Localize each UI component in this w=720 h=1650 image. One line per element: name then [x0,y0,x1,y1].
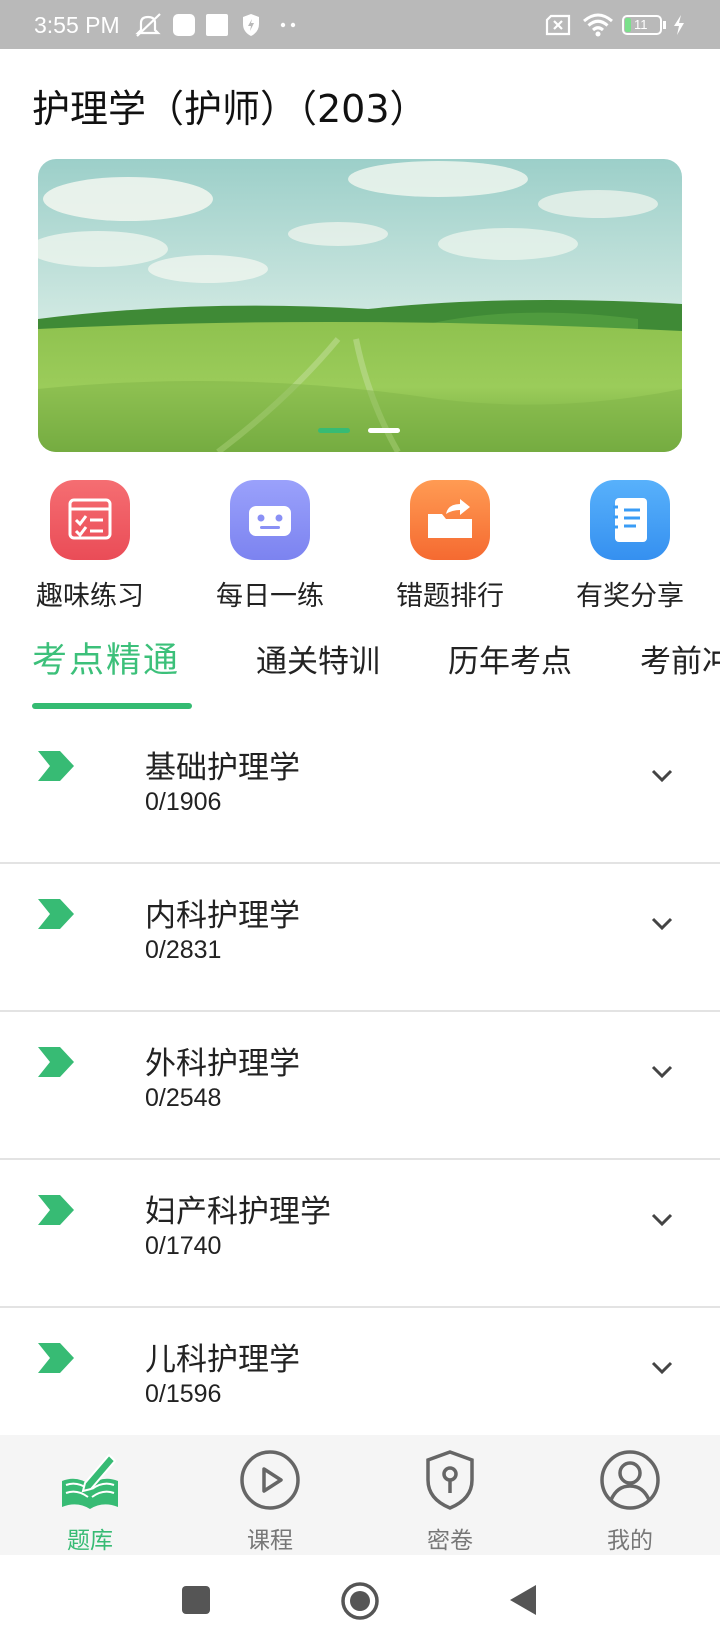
subject-name: 儿科护理学 [145,1342,300,1378]
banner-carousel[interactable] [38,159,682,452]
subject-list: 基础护理学 0/1906 内科护理学 0/2831 外科护理学 0/2548 妇… [0,716,720,1456]
subject-progress: 0/2548 [145,1084,222,1112]
home-button[interactable] [340,1581,380,1621]
battery-level: 11 [634,17,648,32]
chevron-down-icon[interactable] [650,1064,674,1080]
subject-name: 妇产科护理学 [145,1194,331,1230]
subject-row[interactable]: 内科护理学 0/2831 [0,864,720,1012]
subject-row[interactable]: 儿科护理学 0/1596 [0,1308,720,1456]
subject-row[interactable]: 外科护理学 0/2548 [0,1012,720,1160]
status-time: 3:55 PM [34,12,120,38]
nav-label: 课程 [247,1528,293,1554]
nav-secret-papers[interactable]: 密卷 [390,1447,510,1555]
quick-action-daily-practice[interactable]: 每日一练 [195,480,345,613]
page-title: 护理学（护师）（203） [32,87,428,131]
wifi-icon [583,13,613,37]
arrow-marker-icon [38,1047,74,1077]
nav-question-bank[interactable]: 题库 [30,1447,150,1555]
tab-past-years[interactable]: 历年考点 [448,636,572,681]
carousel-dot-active [318,428,350,433]
charging-icon [674,15,684,35]
chevron-down-icon[interactable] [650,768,674,784]
nav-label: 我的 [607,1528,653,1554]
user-circle-icon [600,1450,660,1510]
tab-key-points[interactable]: 考点精通 [32,632,180,683]
category-tabs: 考点精通 通关特训 历年考点 考前冲 [0,620,720,712]
play-circle-icon [240,1450,300,1510]
quick-action-label: 每日一练 [216,581,324,612]
app-notification-icon [206,14,228,36]
nav-courses[interactable]: 课程 [210,1447,330,1555]
subject-progress: 0/2831 [145,936,222,964]
nav-label: 密卷 [427,1528,473,1554]
bottom-navigation: 题库 课程 密卷 我的 [0,1435,720,1555]
folder-share-icon [410,480,490,560]
quick-action-label: 错题排行 [396,581,504,612]
subject-name: 基础护理学 [145,750,300,786]
nav-profile[interactable]: 我的 [570,1447,690,1555]
quick-action-fun-practice[interactable]: 趣味练习 [15,480,165,613]
notebook-icon [590,480,670,560]
carousel-indicator [38,428,682,434]
battery-tip [663,21,666,29]
no-sim-icon [545,14,571,36]
more-notifications-icon [280,22,296,28]
chevron-down-icon[interactable] [650,1360,674,1376]
recents-button[interactable] [182,1586,210,1614]
subject-row[interactable]: 基础护理学 0/1906 [0,716,720,864]
subject-progress: 0/1596 [145,1380,222,1408]
carousel-dot [368,428,400,433]
tab-pre-exam[interactable]: 考前冲 [640,636,720,681]
checklist-icon [50,480,130,560]
nav-label: 题库 [67,1528,113,1554]
shield-icon [243,14,259,36]
robot-icon [230,480,310,560]
app-notification-icon [173,14,195,36]
subject-progress: 0/1740 [145,1232,222,1260]
back-button[interactable] [508,1583,538,1617]
subject-progress: 0/1906 [145,788,222,816]
subject-name: 内科护理学 [145,898,300,934]
tab-special-training[interactable]: 通关特训 [256,636,380,681]
subject-row[interactable]: 妇产科护理学 0/1740 [0,1160,720,1308]
quick-action-wrong-ranking[interactable]: 错题排行 [375,480,525,613]
shield-lock-icon [426,1450,474,1510]
quick-action-label: 有奖分享 [576,581,684,612]
system-navigation-bar [0,1555,720,1650]
book-pen-icon [62,1453,118,1509]
mute-notification-icon [135,13,161,37]
subject-name: 外科护理学 [145,1046,300,1082]
battery-icon: 11 [622,15,662,35]
arrow-marker-icon [38,751,74,781]
status-bar: 3:55 PM 11 [0,0,720,49]
chevron-down-icon[interactable] [650,916,674,932]
quick-action-label: 趣味练习 [36,581,144,612]
arrow-marker-icon [38,899,74,929]
chevron-down-icon[interactable] [650,1212,674,1228]
arrow-marker-icon [38,1343,74,1373]
quick-action-reward-share[interactable]: 有奖分享 [555,480,705,613]
active-tab-indicator [32,703,192,709]
arrow-marker-icon [38,1195,74,1225]
banner-image [38,159,682,452]
